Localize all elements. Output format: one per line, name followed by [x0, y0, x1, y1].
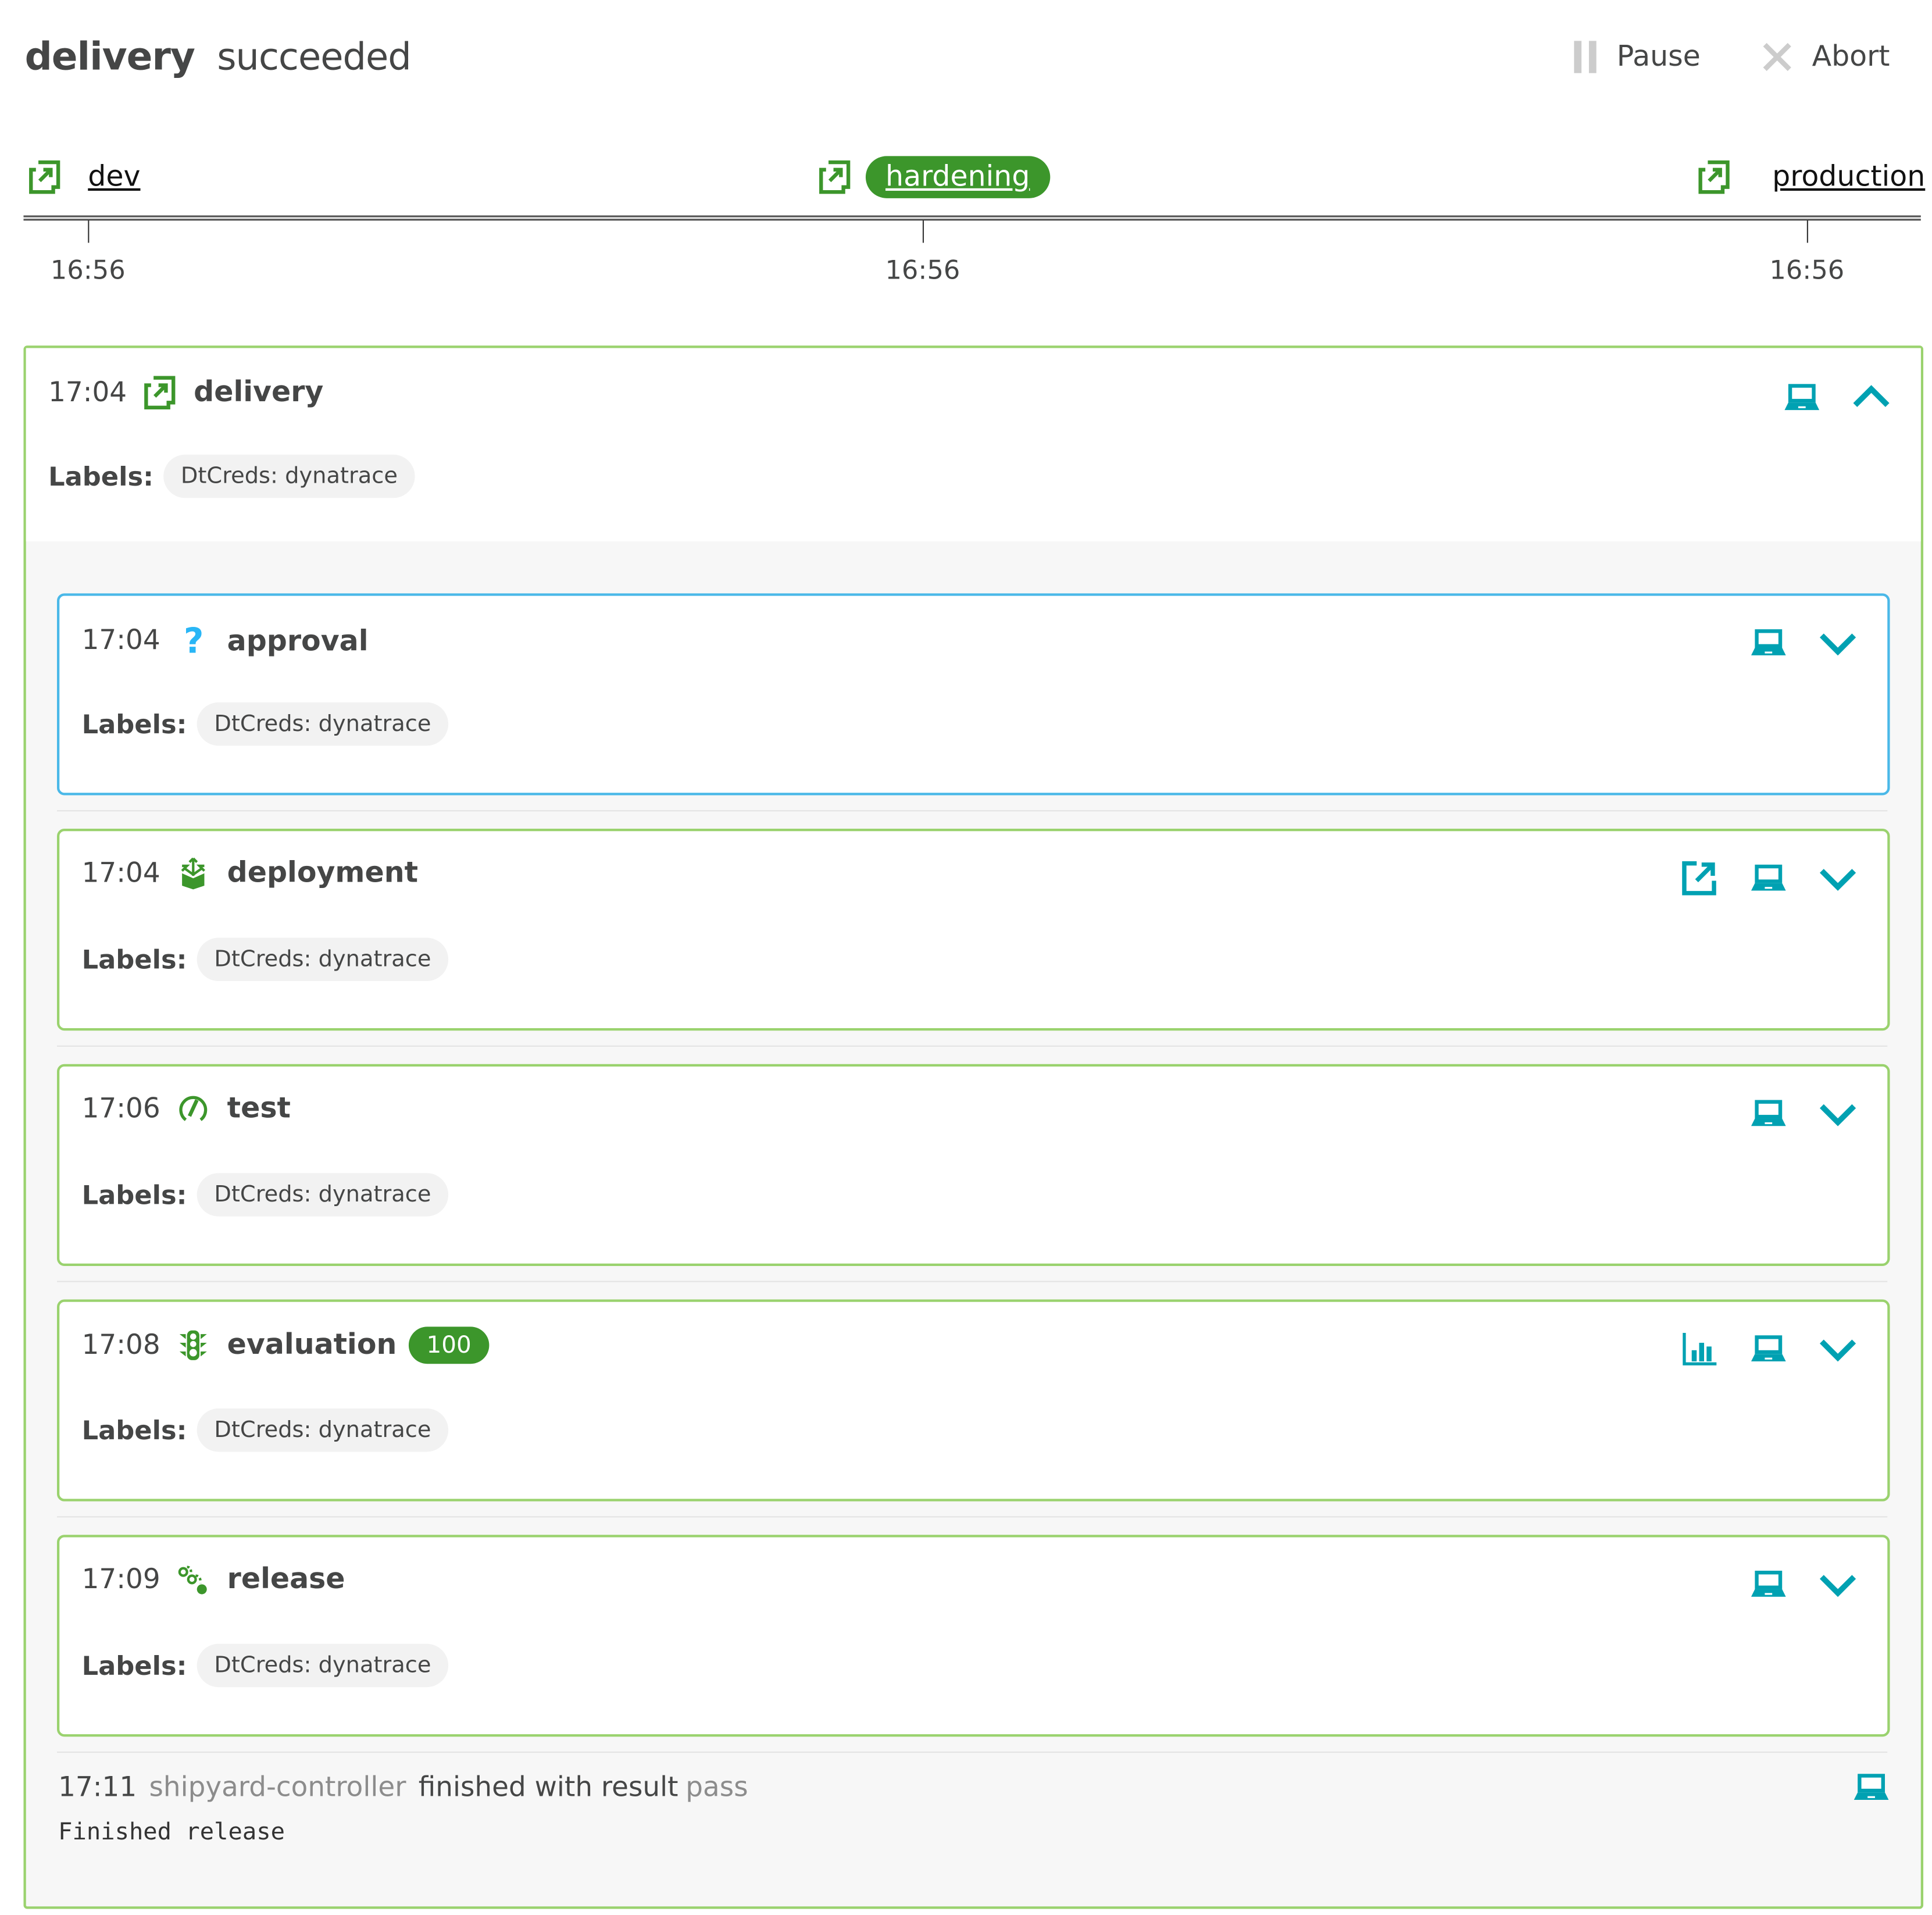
- chevron-down-icon[interactable]: [1818, 1564, 1858, 1604]
- gauge-icon: [180, 1096, 208, 1121]
- event-source: shipyard-controller: [149, 1773, 406, 1804]
- task-card-release: 17:09 release Labels: DtCreds: dynatrace: [56, 1535, 1890, 1737]
- traffic-light-icon: [180, 1330, 208, 1360]
- sequence-card-header: 17:04 delivery Labels: DtCreds: dynatrac…: [26, 348, 1921, 541]
- labels-key: Labels:: [81, 1650, 187, 1681]
- stage-link[interactable]: dev: [88, 156, 140, 198]
- timeline-tick: [922, 217, 924, 243]
- labels-key: Labels:: [81, 944, 187, 975]
- laptop-logs-icon[interactable]: [1749, 858, 1788, 898]
- pause-icon: [1574, 41, 1597, 73]
- sequence-card: 17:04 delivery Labels: DtCreds: dynatrac…: [23, 345, 1924, 1909]
- task-name: evaluation: [227, 1329, 397, 1361]
- event-message: Finished release: [58, 1818, 285, 1846]
- question-icon: ?: [183, 620, 204, 662]
- pause-label: Pause: [1616, 41, 1701, 73]
- laptop-logs-icon[interactable]: [1782, 378, 1822, 418]
- divider: [56, 1281, 1888, 1282]
- labels-key: Labels:: [81, 1179, 187, 1210]
- label-chip: DtCreds: dynatrace: [197, 1643, 449, 1688]
- task-card-approval: 17:04 ? approval Labels: DtCreds: dynatr…: [56, 593, 1890, 796]
- laptop-logs-icon[interactable]: [1851, 1768, 1891, 1807]
- pause-button[interactable]: Pause: [1574, 41, 1701, 73]
- timeline-tick: [88, 217, 90, 243]
- release-path-icon: [178, 1565, 208, 1595]
- stage-link-active[interactable]: hardening: [865, 156, 1050, 198]
- evaluation-score-badge[interactable]: 100: [409, 1326, 489, 1364]
- stage-link-icon: [819, 160, 851, 194]
- sequence-type-icon: [145, 376, 176, 409]
- stage-link-icon: [1698, 160, 1730, 194]
- page-header: delivery succeeded Pause Abort: [25, 30, 1908, 84]
- divider: [56, 810, 1888, 812]
- laptop-logs-icon[interactable]: [1749, 623, 1788, 662]
- stage-time: 16:56: [885, 255, 960, 285]
- task-time: 17:06: [81, 1093, 160, 1125]
- label-chip: DtCreds: dynatrace: [163, 454, 415, 498]
- timeline-tick: [1806, 217, 1808, 243]
- chevron-up-icon[interactable]: [1851, 378, 1891, 418]
- labels-key: Labels:: [48, 461, 153, 491]
- close-icon: [1762, 42, 1792, 72]
- final-event: 17:11 shipyard-controller finished with …: [58, 1773, 1889, 1846]
- stage-timeline: dev 16:56 hardening 16:56 production 16:…: [23, 149, 1925, 298]
- sequence-time: 17:04: [48, 377, 127, 408]
- event-text: finished with result: [418, 1773, 678, 1804]
- deploy-box-icon: [181, 857, 206, 890]
- stage-dev[interactable]: dev: [28, 156, 141, 198]
- task-card-test: 17:06 test Labels: DtCreds: dynatrace: [56, 1064, 1890, 1266]
- chevron-down-icon[interactable]: [1818, 858, 1858, 898]
- sequence-title: delivery: [24, 34, 195, 80]
- task-time: 17:09: [81, 1564, 160, 1595]
- sequence-view: delivery succeeded Pause Abort dev 16:56…: [0, 0, 1932, 1915]
- stage-production[interactable]: production: [1698, 156, 1925, 198]
- task-card-deployment: 17:04 deployment Labels: DtCreds: dynatr…: [56, 829, 1890, 1031]
- stage-time: 16:56: [50, 255, 126, 285]
- external-link-icon[interactable]: [1679, 858, 1719, 898]
- event-time: 17:11: [58, 1773, 137, 1804]
- label-chip: DtCreds: dynatrace: [197, 1408, 449, 1452]
- laptop-logs-icon[interactable]: [1749, 1094, 1788, 1133]
- task-name: release: [227, 1563, 345, 1596]
- stage-hardening[interactable]: hardening: [819, 156, 1050, 198]
- labels-key: Labels:: [81, 1415, 187, 1445]
- chevron-down-icon[interactable]: [1818, 1094, 1858, 1133]
- sequence-status: succeeded: [217, 35, 412, 79]
- divider: [56, 1751, 1888, 1753]
- task-time: 17:08: [81, 1329, 160, 1361]
- event-result: pass: [685, 1773, 748, 1804]
- task-name: test: [227, 1092, 291, 1125]
- label-chip: DtCreds: dynatrace: [197, 702, 449, 746]
- label-chip: DtCreds: dynatrace: [197, 1173, 449, 1217]
- task-time: 17:04: [81, 625, 160, 657]
- sequence-actions: Pause Abort: [1574, 30, 1890, 84]
- divider: [56, 1516, 1888, 1518]
- laptop-logs-icon[interactable]: [1749, 1564, 1788, 1604]
- task-name: deployment: [227, 857, 419, 890]
- bar-chart-icon[interactable]: [1679, 1329, 1719, 1369]
- laptop-logs-icon[interactable]: [1749, 1329, 1788, 1369]
- task-name: approval: [227, 625, 369, 658]
- sequence-name: delivery: [194, 376, 324, 409]
- chevron-down-icon[interactable]: [1818, 1329, 1858, 1369]
- labels-key: Labels:: [81, 709, 187, 739]
- task-time: 17:04: [81, 858, 160, 889]
- stage-link[interactable]: production: [1772, 156, 1925, 198]
- stage-link-icon: [29, 160, 60, 194]
- timeline-axis: [23, 215, 1921, 221]
- task-card-evaluation: 17:08 evaluation 100 Labels: DtCreds: dy…: [56, 1299, 1890, 1502]
- label-chip: DtCreds: dynatrace: [197, 937, 449, 982]
- divider: [56, 1045, 1888, 1047]
- abort-button[interactable]: Abort: [1762, 41, 1890, 73]
- stage-time: 16:56: [1769, 255, 1845, 285]
- abort-label: Abort: [1812, 41, 1890, 73]
- chevron-down-icon[interactable]: [1818, 623, 1858, 662]
